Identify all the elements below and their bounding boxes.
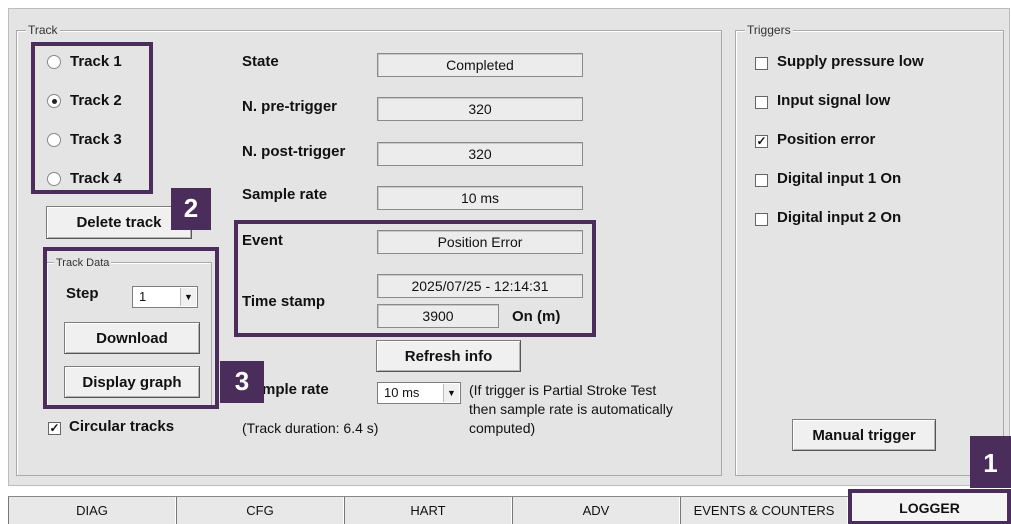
trigger-label: Supply pressure low [777,53,924,70]
sample-rate-value: 10 ms [377,186,583,210]
post-trigger-label: N. post-trigger [242,143,346,160]
tab-events-counters[interactable]: EVENTS & COUNTERS [680,497,848,524]
sample-rate-setting-label: mple rate [262,381,329,398]
state-value: Completed [377,53,583,77]
chevron-down-icon[interactable]: ▼ [180,288,196,306]
triggers-group-title: Triggers [745,23,793,37]
checkbox-icon[interactable]: ✓ [755,135,768,148]
tab-hart[interactable]: HART [344,497,512,524]
sample-rate-select-value: 10 ms [384,385,420,400]
sample-rate-select[interactable]: 10 ms ▼ [377,382,461,404]
circular-tracks-label: Circular tracks [69,418,175,435]
checkbox-icon[interactable] [755,174,768,187]
timestamp-label: Time stamp [242,293,326,310]
checkbox-icon[interactable] [755,96,768,109]
step-label: Step [66,285,99,302]
radio-icon[interactable] [47,55,61,69]
checkbox-icon[interactable]: ✓ [48,422,61,435]
download-button[interactable]: Download [64,322,200,354]
trigger-label: Digital input 1 On [777,170,902,187]
track-4-label: Track 4 [70,170,122,187]
tab-diag[interactable]: DIAG [8,497,176,524]
callout-badge-2: 2 [171,188,211,230]
manual-trigger-button[interactable]: Manual trigger [792,419,936,451]
timestamp-value: 2025/07/25 - 12:14:31 [377,274,583,298]
pre-trigger-label: N. pre-trigger [242,98,338,115]
step-select[interactable]: 1 ▼ [132,286,198,308]
callout-badge-3: 3 [220,361,264,403]
track-data-group-title: Track Data [54,257,112,269]
sample-rate-note-line: computed) [469,420,536,436]
event-label: Event [242,232,283,249]
sample-rate-note-line: (If trigger is Partial Stroke Test [469,382,657,398]
trigger-label: Digital input 2 On [777,209,902,226]
refresh-info-button[interactable]: Refresh info [376,340,521,372]
step-select-value: 1 [139,289,147,304]
chevron-down-icon[interactable]: ▼ [443,384,459,402]
tab-cfg[interactable]: CFG [176,497,344,524]
sample-rate-label: Sample rate [242,186,328,203]
radio-icon[interactable] [47,172,61,186]
on-unit-label: On (m) [512,308,561,325]
tab-adv[interactable]: ADV [512,497,680,524]
checkbox-icon[interactable] [755,213,768,226]
track-2-label: Track 2 [70,92,122,109]
tab-logger[interactable]: LOGGER [848,489,1011,524]
callout-badge-1: 1 [970,436,1011,488]
track-3-label: Track 3 [70,131,122,148]
trigger-label: Position error [777,131,876,148]
radio-icon[interactable] [47,133,61,147]
sample-rate-note-line: then sample rate is automatically [469,401,673,417]
on-value: 3900 [377,304,499,328]
track-duration-text: (Track duration: 6.4 s) [242,420,379,436]
track-group-title: Track [26,23,60,37]
radio-icon[interactable] [47,94,61,108]
tab-strip: DIAG CFG HART ADV EVENTS & COUNTERS LOGG… [8,489,1011,524]
post-trigger-value: 320 [377,142,583,166]
trigger-label: Input signal low [777,92,891,109]
checkbox-icon[interactable] [755,57,768,70]
event-value: Position Error [377,230,583,254]
track-1-label: Track 1 [70,53,122,70]
pre-trigger-value: 320 [377,97,583,121]
state-label: State [242,53,279,70]
display-graph-button[interactable]: Display graph [64,366,200,398]
